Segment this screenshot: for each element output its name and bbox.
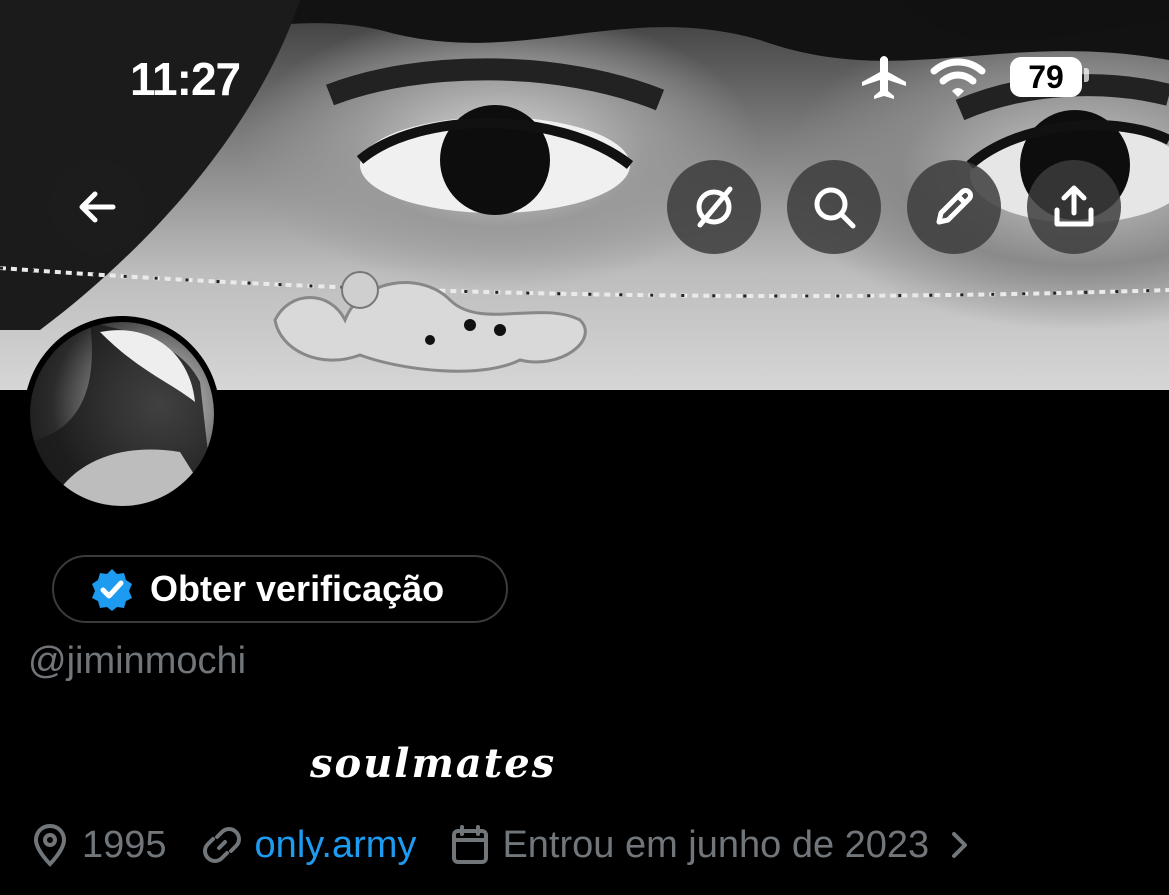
arrow-left-icon [79,191,116,223]
search-icon [814,187,856,229]
avatar-image [30,322,214,506]
search-button[interactable] [787,160,881,254]
location-item: 1995 [30,823,167,867]
website-link[interactable]: only.army [255,824,417,867]
battery-icon: 79 [1010,57,1082,97]
get-verified-button[interactable]: Obter verificação [52,555,508,623]
joined-text: Entrou em junho de 2023 [502,823,930,866]
status-icons: 79 [858,55,1089,101]
edit-button[interactable] [907,160,1001,254]
calendar-icon [452,825,489,864]
location-text: 1995 [82,823,167,866]
grok-icon [696,186,733,228]
profile-meta-row: 1995 only.army Entrou em junho de 2023 [30,820,1021,870]
get-verified-label: Obter verificação [150,568,445,609]
airplane-mode-icon [862,56,906,99]
verified-badge-icon [92,569,132,611]
avatar[interactable] [24,316,220,512]
profile-bio: soulmates [310,740,557,787]
status-time: 11:27 [130,53,241,105]
website-item[interactable]: only.army [201,824,417,867]
battery-tip [1084,68,1089,82]
back-button[interactable] [50,160,144,254]
pencil-icon [936,188,973,225]
link-icon [202,827,241,863]
share-button[interactable] [1027,160,1121,254]
wifi-icon [930,58,986,97]
share-icon [1054,185,1094,227]
chevron-right-icon [952,832,968,858]
location-pin-icon [33,823,67,867]
profile-handle: @jiminmochi [28,640,247,682]
grok-button[interactable] [667,160,761,254]
joined-item[interactable]: Entrou em junho de 2023 [450,824,987,867]
